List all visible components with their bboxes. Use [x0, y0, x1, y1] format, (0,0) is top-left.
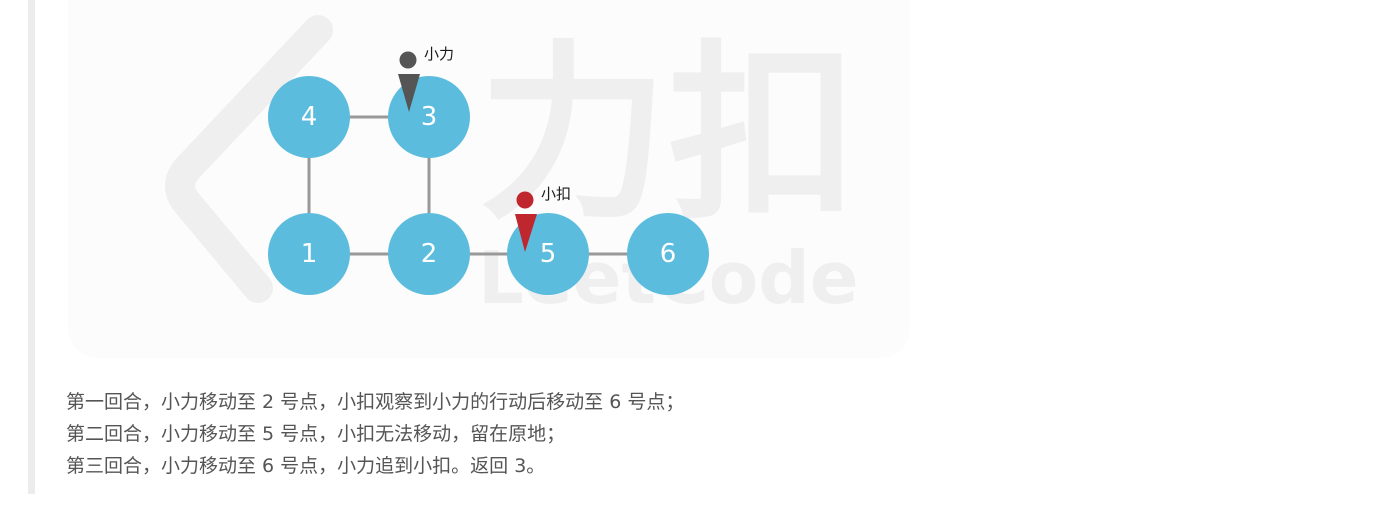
node-label: 6 [660, 239, 677, 269]
graph-node-1: 1 [268, 213, 350, 295]
player-label: 小扣 [541, 185, 571, 203]
explanation-line: 第一回合，小力移动至 2 号点，小扣观察到小力的行动后移动至 6 号点； [66, 391, 685, 413]
explanation-text: 第一回合，小力移动至 2 号点，小扣观察到小力的行动后移动至 6 号点； 第二回… [66, 386, 684, 482]
explanation-line: 第二回合，小力移动至 5 号点，小扣无法移动，留在原地； [66, 423, 566, 445]
node-label: 4 [301, 102, 318, 132]
graph-node-2: 2 [388, 213, 470, 295]
graph-figure: 力扣 LeetCode 4 3 1 2 5 6 [165, 15, 859, 320]
watermark-brand: 力扣 [478, 24, 858, 245]
explanation-line: 第三回合，小力移动至 6 号点，小力追到小扣。返回 3。 [66, 455, 546, 477]
map-pin-icon [399, 51, 417, 69]
node-label: 3 [421, 102, 438, 132]
player-label: 小力 [424, 45, 454, 63]
map-pin-icon [516, 191, 534, 209]
graph-node-4: 4 [268, 76, 350, 158]
node-label: 5 [540, 239, 557, 269]
graph-node-6: 6 [627, 213, 709, 295]
node-label: 1 [301, 239, 318, 269]
graph-node-3: 3 [388, 76, 470, 158]
node-label: 2 [421, 239, 438, 269]
